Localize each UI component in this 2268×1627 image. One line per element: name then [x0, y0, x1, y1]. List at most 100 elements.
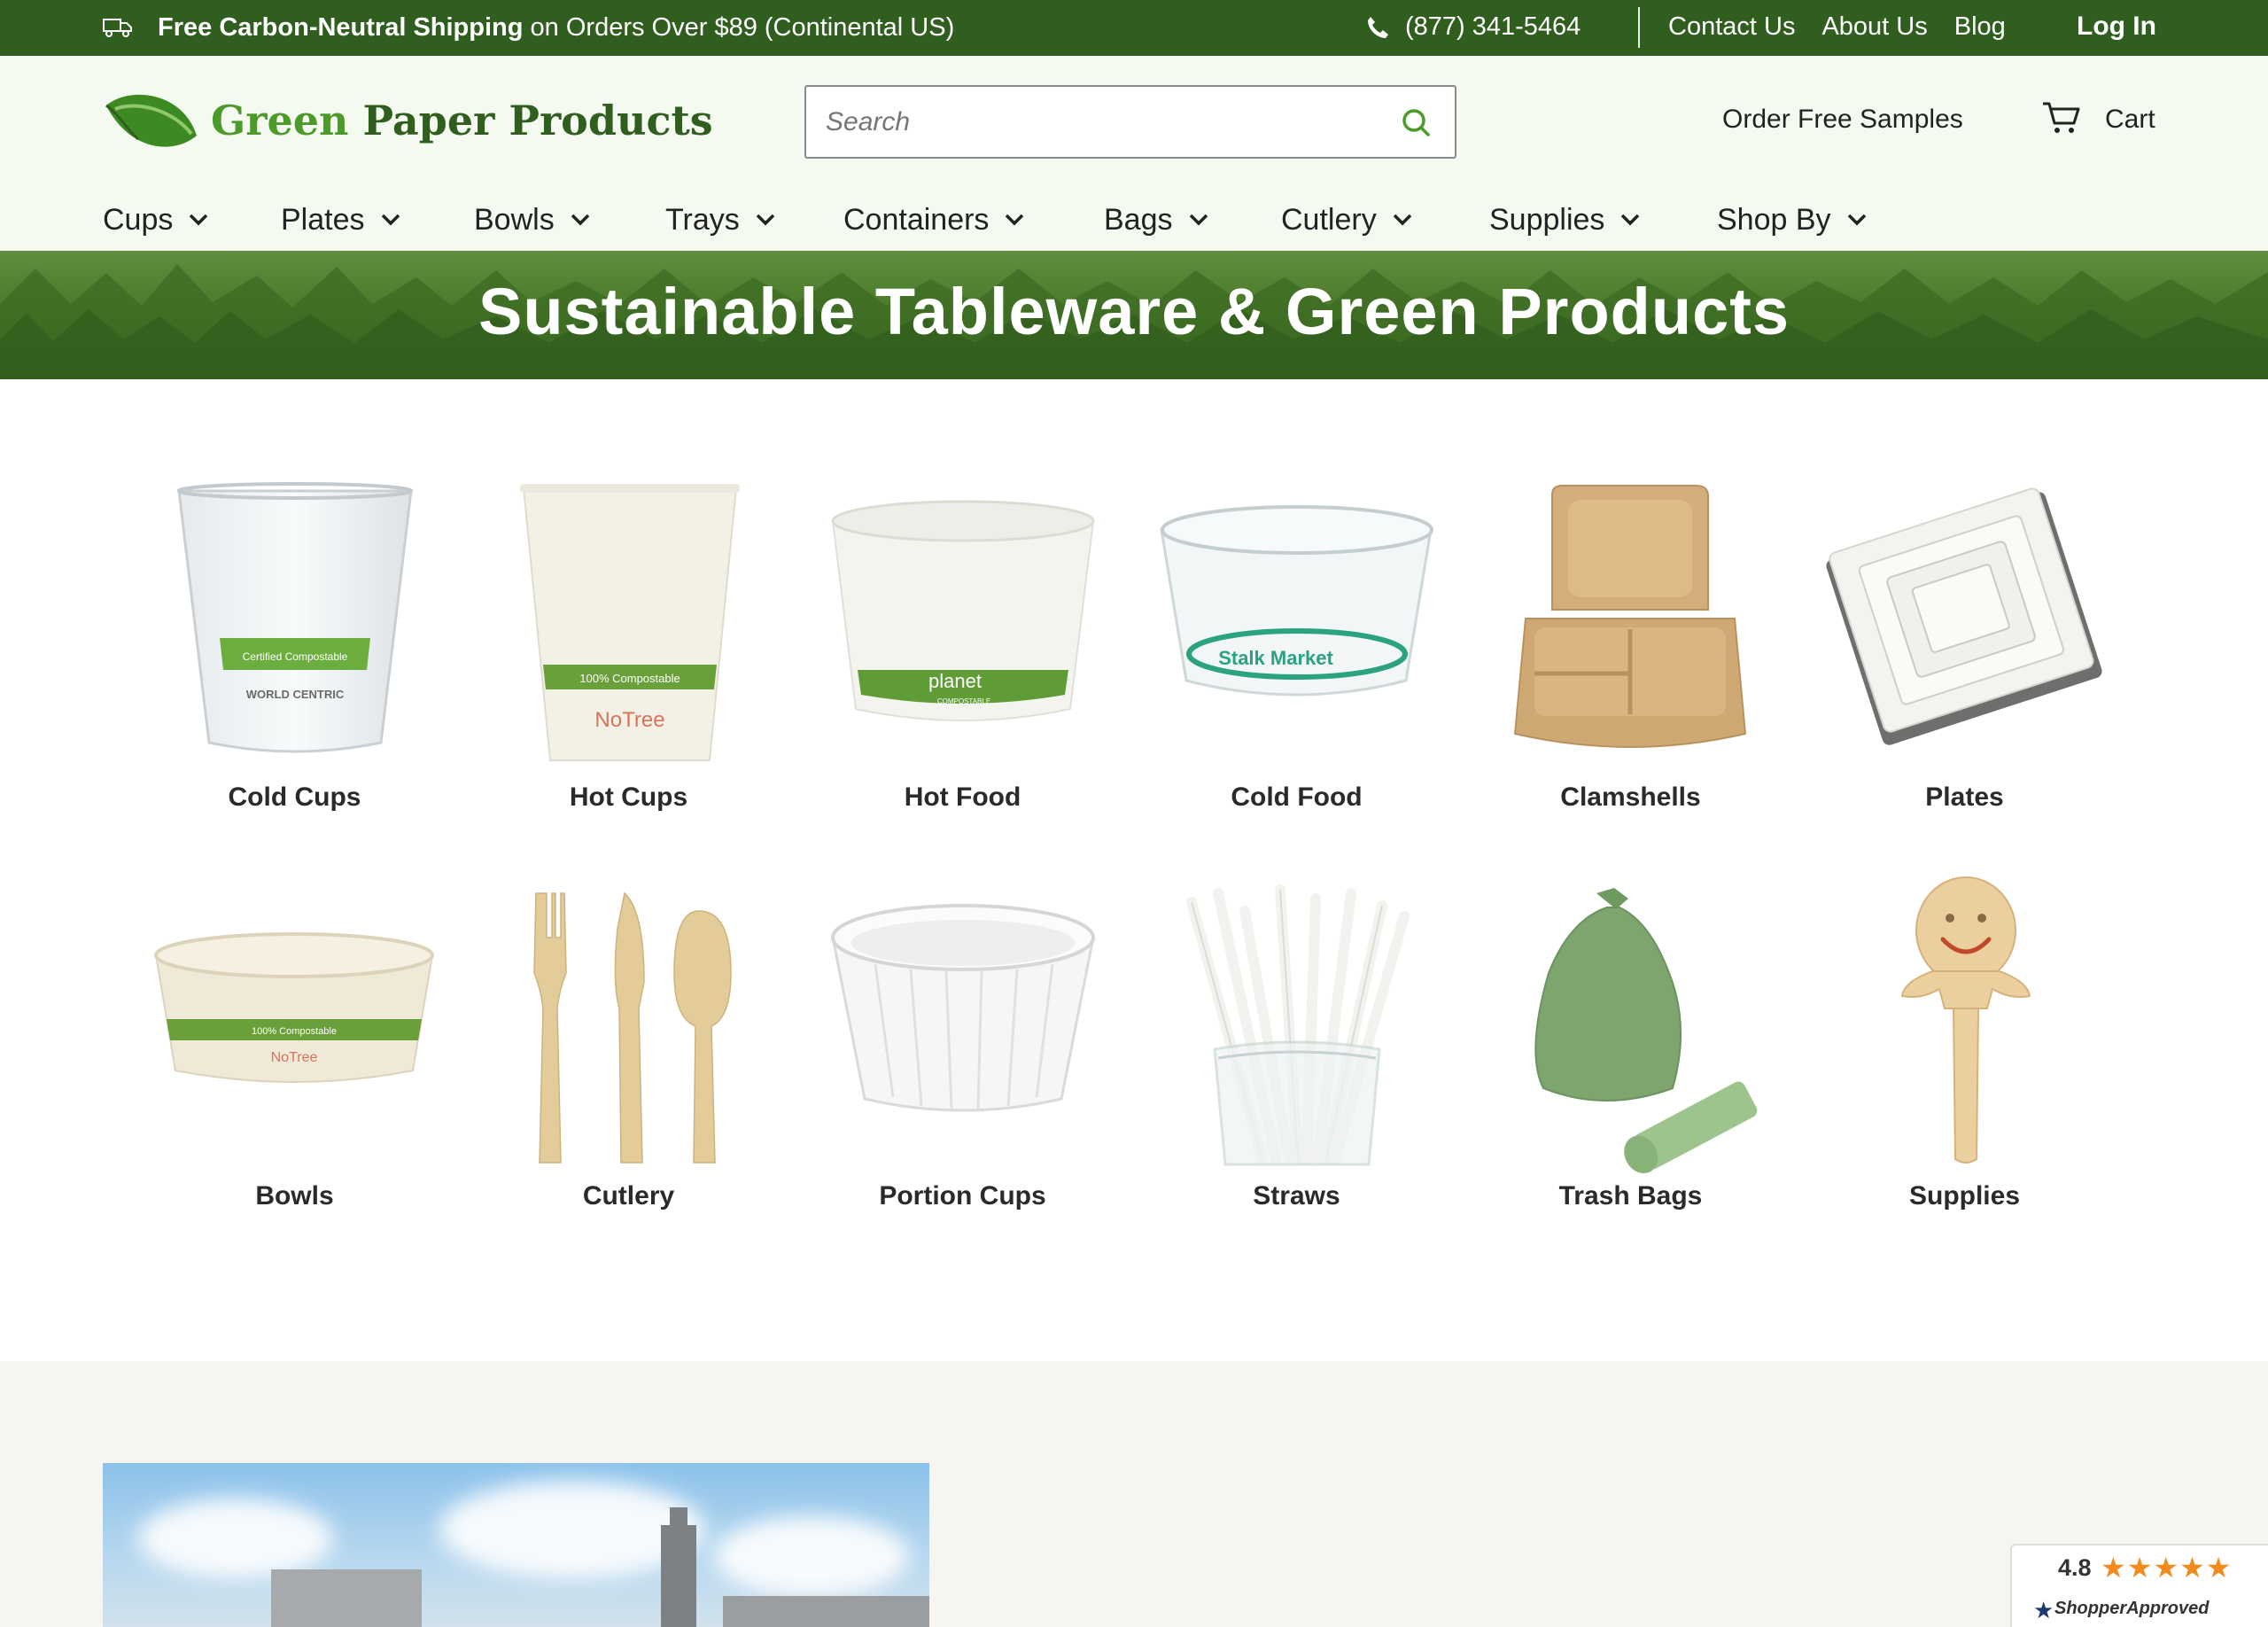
- nav-label: Containers: [843, 202, 990, 237]
- leaf-logo-icon: [105, 94, 197, 147]
- site-header: Green Paper Products Order Free Samples …: [0, 56, 2268, 251]
- chevron-down-icon: [1393, 214, 1411, 226]
- category-trash-bags[interactable]: Trash Bags: [1464, 876, 1798, 1248]
- category-straws[interactable]: Straws: [1130, 876, 1464, 1248]
- category-label: Hot Cups: [569, 782, 688, 812]
- cart-link[interactable]: Cart: [2105, 105, 2155, 135]
- chevron-down-icon: [1006, 214, 1024, 226]
- shipping-detail: on Orders Over $89 (Continental US): [523, 13, 955, 42]
- nav-item-bags[interactable]: Bags: [1104, 198, 1208, 242]
- tower-spire: [670, 1507, 687, 1534]
- category-label: Bowls: [255, 1181, 334, 1211]
- cloud-shape: [714, 1516, 909, 1596]
- supplies-spoon-image: [1900, 876, 2031, 1164]
- phone-link[interactable]: (877) 341-5464: [1405, 12, 1581, 42]
- clamshell-image: [1513, 485, 1747, 748]
- hot-cup-image: 100% Compostable NoTree: [520, 484, 740, 761]
- nav-item-plates[interactable]: Plates: [281, 198, 400, 242]
- shopper-approved-word-2: Approved: [2126, 1599, 2210, 1618]
- category-hot-cups[interactable]: 100% Compostable NoTree Hot Cups: [462, 477, 796, 849]
- chevron-down-icon: [571, 214, 589, 226]
- chevron-down-icon: [1847, 214, 1866, 226]
- nav-label: Cups: [103, 202, 174, 237]
- shopper-approved-star-icon: ★: [2033, 1597, 2054, 1623]
- banner-title: Sustainable Tableware & Green Products: [478, 275, 1790, 348]
- chevron-down-icon: [1621, 214, 1640, 226]
- chevron-down-icon: [756, 214, 774, 226]
- chevron-down-icon: [381, 214, 400, 226]
- category-plates[interactable]: Plates: [1798, 477, 2132, 849]
- cart-icon[interactable]: [2041, 100, 2082, 136]
- bowl-band-text: 100% Compostable: [252, 1026, 337, 1037]
- hot-food-brand-text: planet: [928, 670, 982, 692]
- search-icon[interactable]: [1400, 106, 1432, 138]
- category-supplies[interactable]: Supplies: [1798, 876, 2132, 1248]
- shipping-headline: Free Carbon-Neutral Shipping: [158, 13, 524, 42]
- blog-link[interactable]: Blog: [1954, 12, 2006, 42]
- cold-cup-image: Certified Compostable WORLD CENTRIC: [177, 482, 413, 753]
- category-hot-food[interactable]: planet COMPOSTABLE Hot Food: [796, 477, 1130, 849]
- category-bowls[interactable]: 100% Compostable NoTree Bowls: [128, 876, 462, 1248]
- category-cold-cups[interactable]: Certified Compostable WORLD CENTRIC Cold…: [128, 477, 462, 849]
- building-shape: [723, 1596, 929, 1627]
- nav-label: Trays: [665, 202, 740, 237]
- nav-item-cutlery[interactable]: Cutlery: [1281, 198, 1412, 242]
- trash-bag-image: [1534, 888, 1758, 1174]
- cloud-shape: [138, 1499, 333, 1578]
- nav-item-cups[interactable]: Cups: [103, 198, 208, 242]
- hot-cup-brand-text: NoTree: [594, 708, 664, 732]
- hot-food-container-image: planet COMPOSTABLE: [831, 500, 1095, 721]
- nav-label: Bowls: [474, 202, 555, 237]
- star-rating-icon: ★★★★★: [2101, 1552, 2233, 1584]
- category-cold-food[interactable]: Stalk Market Cold Food: [1130, 477, 1464, 849]
- search-input[interactable]: [826, 87, 1375, 157]
- truck-icon: [103, 19, 132, 37]
- nav-label: Shop By: [1717, 202, 1831, 237]
- category-clamshells[interactable]: Clamshells: [1464, 477, 1798, 849]
- shipping-notice: Free Carbon-Neutral Shipping on Orders O…: [103, 0, 954, 56]
- rating-score: 4.8: [2058, 1554, 2092, 1581]
- hot-cup-band-text: 100% Compostable: [579, 672, 680, 685]
- nav-label: Cutlery: [1281, 202, 1377, 237]
- category-label: Portion Cups: [879, 1181, 1046, 1211]
- featured-photo: [103, 1463, 929, 1627]
- chevron-down-icon: [1189, 214, 1208, 226]
- building-shape: [271, 1569, 422, 1627]
- nav-item-containers[interactable]: Containers: [843, 198, 1024, 242]
- shopper-approved-logo: ShopperApproved: [2054, 1599, 2209, 1619]
- category-label: Straws: [1253, 1181, 1340, 1211]
- announcement-bar: Free Carbon-Neutral Shipping on Orders O…: [0, 0, 2268, 56]
- category-label: Cold Food: [1231, 782, 1363, 812]
- order-free-samples-link[interactable]: Order Free Samples: [1722, 105, 1963, 135]
- cold-food-container-image: Stalk Market: [1160, 505, 1433, 697]
- phone-icon: [1368, 17, 1388, 38]
- brand-name-green: Green: [211, 97, 349, 144]
- cold-food-brand-text: Stalk Market: [1218, 647, 1333, 669]
- about-us-link[interactable]: About Us: [1821, 12, 1927, 42]
- category-label: Cold Cups: [228, 782, 361, 812]
- category-label: Cutlery: [582, 1181, 675, 1211]
- shopper-approved-badge[interactable]: 4.8 ★★★★★ ★ ShopperApproved: [2010, 1544, 2268, 1627]
- category-grid: Certified Compostable WORLD CENTRIC Cold…: [0, 379, 2268, 1361]
- cold-cup-band-text: Certified Compostable: [243, 650, 348, 663]
- category-label: Hot Food: [904, 782, 1021, 812]
- shopper-approved-word: Shopper: [2054, 1599, 2127, 1618]
- nav-item-shop-by[interactable]: Shop By: [1717, 198, 1867, 242]
- category-cutlery[interactable]: Cutlery: [462, 876, 796, 1248]
- nav-item-trays[interactable]: Trays: [665, 198, 775, 242]
- hero-banner: Sustainable Tableware & Green Products: [0, 251, 2268, 379]
- login-link[interactable]: Log In: [2077, 12, 2156, 42]
- category-label: Trash Bags: [1558, 1181, 1703, 1211]
- straws-image: [1186, 884, 1410, 1166]
- portion-cup-image: [831, 904, 1095, 1112]
- nav-item-supplies[interactable]: Supplies: [1489, 198, 1640, 242]
- hot-food-sub-text: COMPOSTABLE: [937, 697, 990, 705]
- category-portion-cups[interactable]: Portion Cups: [796, 876, 1130, 1248]
- nav-item-bowls[interactable]: Bowls: [474, 198, 590, 242]
- utility-links: (877) 341-5464 Contact Us About Us Blog …: [1364, 0, 2268, 56]
- cold-cup-brand-text: WORLD CENTRIC: [246, 688, 345, 701]
- bowl-image: 100% Compostable NoTree: [154, 932, 434, 1083]
- category-label: Plates: [1925, 782, 2004, 812]
- contact-us-link[interactable]: Contact Us: [1668, 12, 1795, 42]
- site-logo[interactable]: Green Paper Products: [103, 90, 713, 160]
